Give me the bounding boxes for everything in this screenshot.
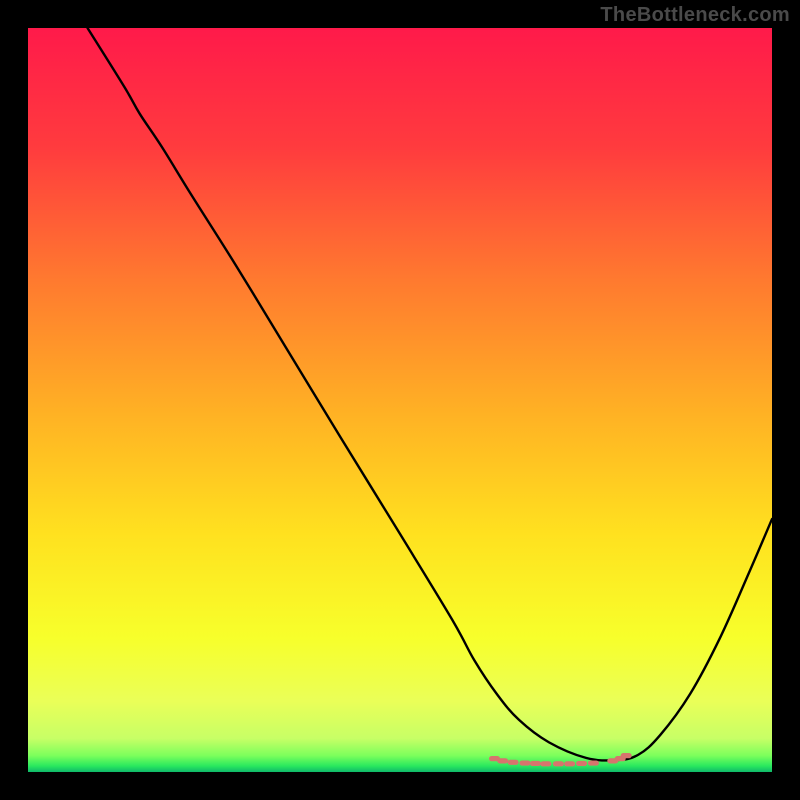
chart-frame: TheBottleneck.com [0, 0, 800, 800]
marker-dash [519, 760, 530, 765]
marker-dash [588, 760, 599, 765]
marker-dash [508, 760, 519, 765]
marker-dash [621, 753, 632, 758]
marker-dash [576, 761, 587, 766]
marker-dash [553, 761, 564, 766]
plot-area [28, 28, 772, 772]
marker-dash [564, 761, 575, 766]
chart-svg [28, 28, 772, 772]
gradient-background [28, 28, 772, 772]
marker-dash [540, 761, 551, 766]
marker-dash [497, 758, 508, 763]
marker-dash [530, 761, 541, 766]
watermark-text: TheBottleneck.com [600, 4, 790, 27]
